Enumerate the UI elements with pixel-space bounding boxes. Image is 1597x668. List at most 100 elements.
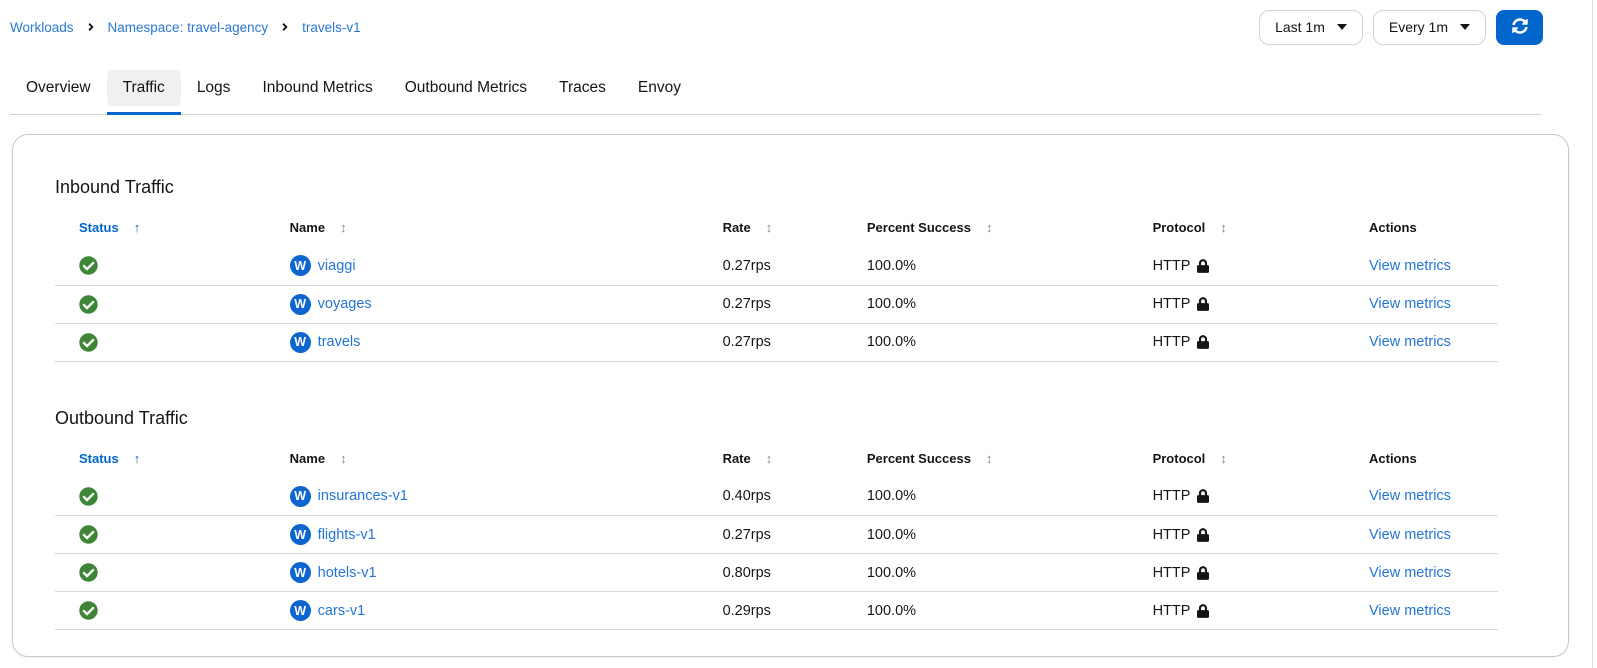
name-cell: Wcars-v1 xyxy=(266,592,699,630)
actions-cell: View metrics xyxy=(1345,478,1498,516)
percent-success-cell: 100.0% xyxy=(843,478,1129,516)
check-circle-icon xyxy=(79,333,266,352)
column-header-rate[interactable]: Rate↕ xyxy=(699,445,843,478)
lock-icon xyxy=(1197,297,1209,311)
sort-both-icon: ↕ xyxy=(986,451,993,466)
view-metrics-link[interactable]: View metrics xyxy=(1369,296,1451,312)
workload-name-link[interactable]: flights-v1 xyxy=(318,527,376,543)
view-metrics-link[interactable]: View metrics xyxy=(1369,334,1451,350)
column-header-status[interactable]: Status↑ xyxy=(55,445,266,478)
workload-name-link[interactable]: hotels-v1 xyxy=(318,565,377,581)
column-header-percent-success[interactable]: Percent Success↕ xyxy=(843,214,1129,247)
table-title: Outbound Traffic xyxy=(55,408,1498,429)
traffic-card: Inbound Traffic Status↑Name↕Rate↕Percent… xyxy=(12,134,1569,657)
table-row: Winsurances-v10.40rps100.0%HTTPView metr… xyxy=(55,478,1498,516)
column-header-protocol[interactable]: Protocol↕ xyxy=(1129,214,1345,247)
protocol-cell: HTTP xyxy=(1129,478,1345,516)
sort-both-icon: ↕ xyxy=(340,451,347,466)
tab-logs[interactable]: Logs xyxy=(181,70,247,106)
column-header-rate[interactable]: Rate↕ xyxy=(699,214,843,247)
workload-name-link[interactable]: voyages xyxy=(318,296,372,312)
lock-icon xyxy=(1197,528,1209,542)
tab-traffic[interactable]: Traffic xyxy=(107,70,181,106)
breadcrumb-link-namespace[interactable]: Namespace: travel-agency xyxy=(108,20,269,35)
actions-cell: View metrics xyxy=(1345,323,1498,361)
top-bar: Workloads Namespace: travel-agency trave… xyxy=(0,0,1597,44)
table-row: Wtravels0.27rps100.0%HTTPView metrics xyxy=(55,323,1498,361)
refresh-button[interactable] xyxy=(1496,10,1543,45)
view-metrics-link[interactable]: View metrics xyxy=(1369,565,1451,581)
protocol-cell: HTTP xyxy=(1129,592,1345,630)
column-header-protocol[interactable]: Protocol↕ xyxy=(1129,445,1345,478)
angle-right-icon xyxy=(87,21,95,33)
view-metrics-link[interactable]: View metrics xyxy=(1369,603,1451,619)
rate-cell: 0.27rps xyxy=(699,323,843,361)
sorted-asc-icon: ↑ xyxy=(134,451,141,466)
status-cell xyxy=(55,592,266,630)
protocol-cell: HTTP xyxy=(1129,247,1345,285)
tab-overview[interactable]: Overview xyxy=(10,70,107,106)
traffic-table-section: Outbound Traffic Status↑Name↕Rate↕Percen… xyxy=(55,408,1498,631)
protocol-label: HTTP xyxy=(1153,296,1191,312)
tab-outbound-metrics[interactable]: Outbound Metrics xyxy=(389,70,543,106)
tab-traces[interactable]: Traces xyxy=(543,70,622,106)
tab-envoy[interactable]: Envoy xyxy=(622,70,697,106)
check-circle-icon xyxy=(79,525,266,544)
traffic-table: Status↑Name↕Rate↕Percent Success↕Protoco… xyxy=(55,214,1498,362)
rate-cell: 0.80rps xyxy=(699,554,843,592)
status-cell xyxy=(55,323,266,361)
breadcrumb-link-workloads[interactable]: Workloads xyxy=(10,20,74,35)
sort-both-icon: ↕ xyxy=(1220,220,1227,235)
name-cell: Wviaggi xyxy=(266,247,699,285)
column-header-actions: Actions xyxy=(1345,214,1498,247)
sort-both-icon: ↕ xyxy=(766,451,773,466)
table-row: Wcars-v10.29rps100.0%HTTPView metrics xyxy=(55,592,1498,630)
actions-cell: View metrics xyxy=(1345,554,1498,592)
table-row: Whotels-v10.80rps100.0%HTTPView metrics xyxy=(55,554,1498,592)
check-circle-icon xyxy=(79,601,266,620)
workload-name-link[interactable]: viaggi xyxy=(318,258,356,274)
protocol-label: HTTP xyxy=(1153,565,1191,581)
column-header-name[interactable]: Name↕ xyxy=(266,214,699,247)
lock-icon xyxy=(1197,604,1209,618)
caret-down-icon xyxy=(1337,24,1347,30)
sort-both-icon: ↕ xyxy=(340,220,347,235)
column-header-name[interactable]: Name↕ xyxy=(266,445,699,478)
view-metrics-link[interactable]: View metrics xyxy=(1369,488,1451,504)
view-metrics-link[interactable]: View metrics xyxy=(1369,527,1451,543)
caret-down-icon xyxy=(1460,24,1470,30)
workload-badge-icon: W xyxy=(290,562,311,583)
traffic-table: Status↑Name↕Rate↕Percent Success↕Protoco… xyxy=(55,445,1498,631)
time-range-dropdown[interactable]: Last 1m xyxy=(1259,10,1363,45)
actions-cell: View metrics xyxy=(1345,285,1498,323)
column-header-status[interactable]: Status↑ xyxy=(55,214,266,247)
check-circle-icon xyxy=(79,487,266,506)
column-header-percent-success[interactable]: Percent Success↕ xyxy=(843,445,1129,478)
protocol-cell: HTTP xyxy=(1129,285,1345,323)
workload-badge-icon: W xyxy=(290,294,311,315)
protocol-cell: HTTP xyxy=(1129,516,1345,554)
lock-icon xyxy=(1197,489,1209,503)
table-header-row: Status↑Name↕Rate↕Percent Success↕Protoco… xyxy=(55,445,1498,478)
workload-name-link[interactable]: cars-v1 xyxy=(318,603,366,619)
name-cell: Wtravels xyxy=(266,323,699,361)
time-range-label: Last 1m xyxy=(1275,19,1325,35)
workload-badge-icon: W xyxy=(290,332,311,353)
check-circle-icon xyxy=(79,563,266,582)
scrollbar[interactable] xyxy=(1592,0,1593,668)
traffic-table-section: Inbound Traffic Status↑Name↕Rate↕Percent… xyxy=(55,177,1498,362)
workload-badge-icon: W xyxy=(290,255,311,276)
actions-cell: View metrics xyxy=(1345,592,1498,630)
refresh-interval-dropdown[interactable]: Every 1m xyxy=(1373,10,1486,45)
workload-name-link[interactable]: insurances-v1 xyxy=(318,488,408,504)
table-row: Wviaggi0.27rps100.0%HTTPView metrics xyxy=(55,247,1498,285)
status-cell xyxy=(55,554,266,592)
tab-inbound-metrics[interactable]: Inbound Metrics xyxy=(246,70,388,106)
workload-name-link[interactable]: travels xyxy=(318,334,361,350)
breadcrumb-link-workload-name[interactable]: travels-v1 xyxy=(302,20,361,35)
sync-icon xyxy=(1512,18,1528,37)
protocol-label: HTTP xyxy=(1153,527,1191,543)
view-metrics-link[interactable]: View metrics xyxy=(1369,258,1451,274)
tab-bar: OverviewTrafficLogsInbound MetricsOutbou… xyxy=(10,70,1541,115)
breadcrumb: Workloads Namespace: travel-agency trave… xyxy=(10,20,361,35)
